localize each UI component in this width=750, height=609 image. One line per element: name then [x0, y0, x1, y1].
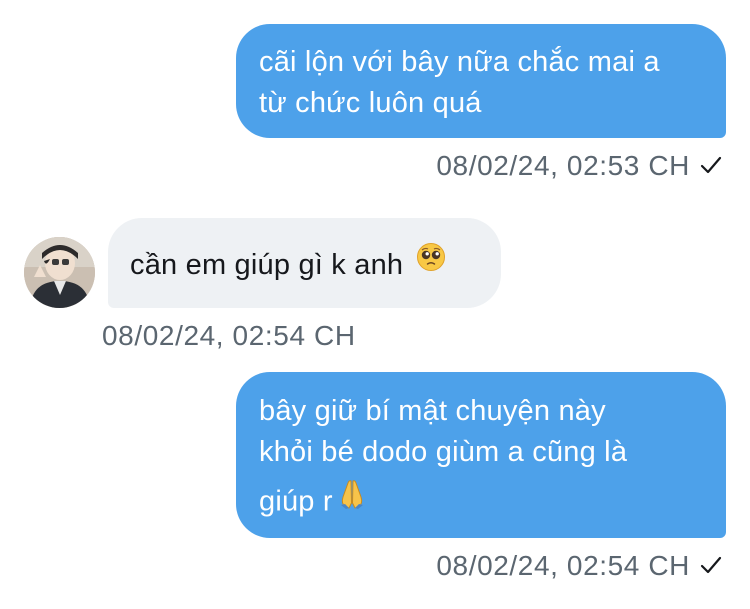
- check-icon: [700, 150, 722, 182]
- pleading-face-emoji: [416, 242, 446, 284]
- message-meta: 08/02/24, 02:54 CH: [436, 550, 722, 584]
- incoming-message-bubble[interactable]: cần em giúp gì k anh: [108, 218, 501, 308]
- message-text-line: khỏi bé dodo giùm a cũng là: [259, 436, 628, 468]
- message-text-line: bây giữ bí mật chuyện này: [259, 395, 606, 427]
- user-avatar[interactable]: [24, 237, 95, 308]
- message-text-line-with-emoji: giúp r: [259, 478, 706, 522]
- message-text-line: giúp r: [259, 485, 333, 518]
- avatar-image: [24, 237, 95, 308]
- message-meta: 08/02/24, 02:53 CH: [436, 150, 722, 184]
- message-timestamp: 08/02/24, 02:54 CH: [102, 320, 356, 351]
- message-text: cần em giúp gì k anh: [130, 249, 404, 281]
- check-icon: [700, 550, 722, 582]
- outgoing-message-bubble[interactable]: cãi lộn với bây nữa chắc mai a từ chức l…: [236, 24, 726, 138]
- message-text-line: cãi lộn với bây nữa chắc mai a: [259, 46, 660, 78]
- outgoing-message-bubble[interactable]: bây giữ bí mật chuyện này khỏi bé dodo g…: [236, 372, 726, 538]
- message-text-line: từ chức luôn quá: [259, 87, 482, 119]
- message-timestamp: 08/02/24, 02:54 CH: [436, 550, 690, 581]
- folded-hands-emoji: [337, 478, 367, 522]
- message-timestamp: 08/02/24, 02:53 CH: [436, 150, 690, 181]
